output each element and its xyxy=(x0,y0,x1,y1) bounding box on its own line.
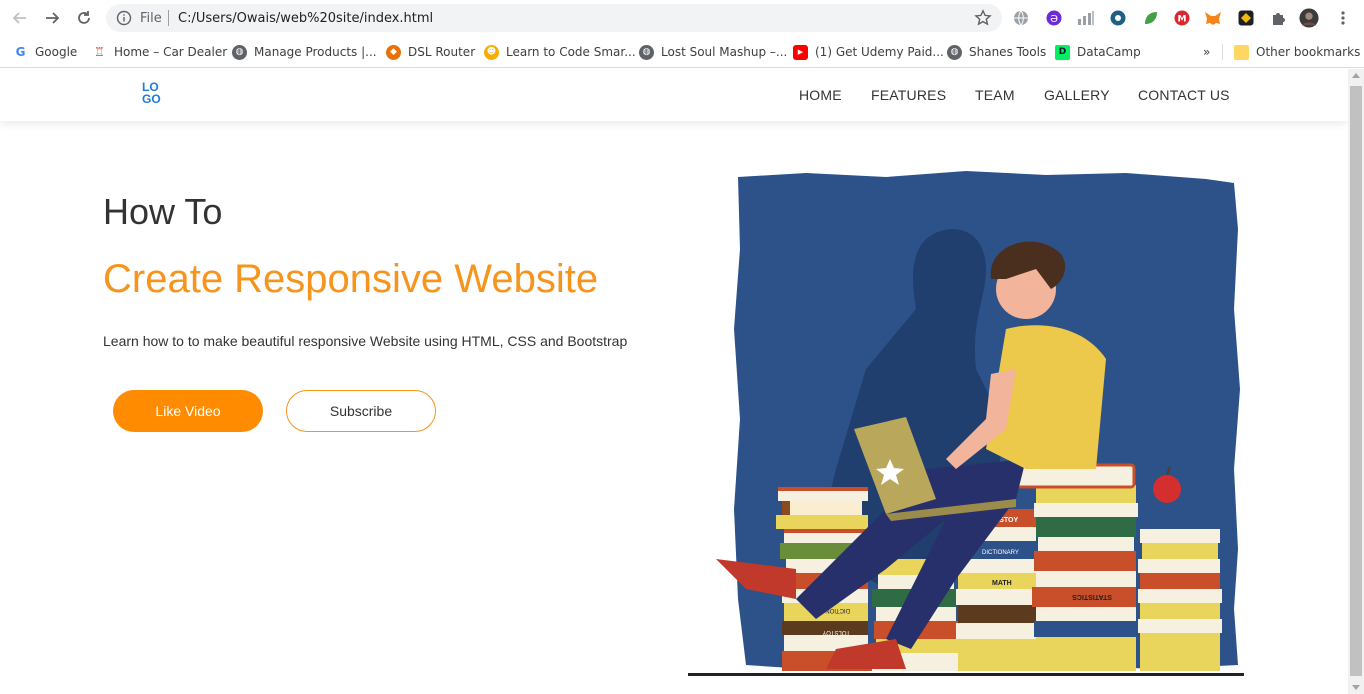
globe-icon: ◍ xyxy=(639,44,654,60)
code-avatar-icon: ☻ xyxy=(484,44,499,60)
book-stack-far-right xyxy=(1138,529,1222,671)
folder-icon xyxy=(1234,44,1249,60)
back-button[interactable] xyxy=(9,7,31,29)
book-label-math: MATH xyxy=(992,580,1012,587)
hero-illustration: LEO TOLSTOY DICTIONARY MATH STATISTICS xyxy=(688,171,1244,676)
router-icon: ◆ xyxy=(386,44,401,60)
reload-button[interactable] xyxy=(73,7,95,29)
like-video-button[interactable]: Like Video xyxy=(113,390,263,432)
datacamp-icon: D xyxy=(1055,44,1070,60)
address-bar[interactable]: File C:/Users/Owais/web%20site/index.htm… xyxy=(106,4,1002,32)
bookmark-manage-products[interactable]: ◍ Manage Products |... xyxy=(232,42,377,62)
url-text[interactable]: C:/Users/Owais/web%20site/index.html xyxy=(178,11,433,26)
apple xyxy=(1153,475,1181,503)
leaf-extension-icon[interactable] xyxy=(1141,8,1161,28)
bookmarks-divider xyxy=(1222,44,1223,60)
bookmark-learn-to-code[interactable]: ☻ Learn to Code Smar... xyxy=(484,42,636,62)
info-icon[interactable] xyxy=(116,10,132,26)
subscribe-button[interactable]: Subscribe xyxy=(286,390,436,432)
bookmark-star-icon[interactable] xyxy=(974,9,992,27)
google-icon: G xyxy=(13,44,28,60)
nav-contact-us[interactable]: CONTACT US xyxy=(1138,87,1230,103)
ground-line xyxy=(688,673,1244,676)
book-label-statistics: STATISTICS xyxy=(1072,593,1112,600)
car-dealer-icon: ♖ xyxy=(92,44,107,60)
arrow-left-icon xyxy=(12,12,26,24)
youtube-icon: ▶ xyxy=(793,44,808,60)
browser-toolbar: File C:/Users/Owais/web%20site/index.htm… xyxy=(0,0,1364,36)
metamask-extension-icon[interactable] xyxy=(1203,8,1223,28)
nav-gallery[interactable]: GALLERY xyxy=(1044,87,1110,103)
book-label-dictionary: DICTIONARY xyxy=(982,550,1019,556)
site-logo[interactable]: LO GO xyxy=(141,80,169,108)
mega-extension-icon[interactable]: M xyxy=(1172,8,1192,28)
svg-text:M: M xyxy=(1178,15,1187,25)
hero-description: Learn how to to make beautiful responsiv… xyxy=(103,333,628,349)
bookmark-dsl-router[interactable]: ◆ DSL Router xyxy=(386,42,475,62)
bookmark-datacamp[interactable]: D DataCamp xyxy=(1055,42,1141,62)
bookmark-google[interactable]: G Google xyxy=(13,42,77,62)
reload-icon xyxy=(78,11,90,24)
forward-button[interactable] xyxy=(41,7,63,29)
bookmark-shanes-tools[interactable]: ◍ Shanes Tools xyxy=(947,42,1046,62)
bookmarks-bar: G Google ♖ Home – Car Dealer ◍ Manage Pr… xyxy=(0,36,1364,68)
binance-extension-icon[interactable] xyxy=(1236,8,1256,28)
page-scrollbar[interactable] xyxy=(1348,69,1364,694)
bookmark-lost-soul[interactable]: ◍ Lost Soul Mashup –... xyxy=(639,42,787,62)
other-bookmarks-folder[interactable]: Other bookmarks xyxy=(1234,42,1360,62)
globe-extension-icon[interactable] xyxy=(1011,8,1031,28)
site-navbar: LO GO HOME FEATURES TEAM GALLERY CONTACT… xyxy=(0,69,1348,121)
hero-heading: Create Responsive Website xyxy=(103,257,599,301)
book-stack-right: STATISTICS xyxy=(1032,485,1138,671)
bookmark-udemy[interactable]: ▶ (1) Get Udemy Paid... xyxy=(793,42,944,62)
bookmark-car-dealer[interactable]: ♖ Home – Car Dealer xyxy=(92,42,227,62)
scroll-down-icon[interactable] xyxy=(1352,685,1360,690)
bookmarks-overflow-button[interactable]: » xyxy=(1203,42,1210,62)
hero-subheading: How To xyxy=(103,191,223,232)
network-extension-icon[interactable] xyxy=(1108,8,1128,28)
svg-text:Ə: Ə xyxy=(1050,14,1058,25)
nav-team[interactable]: TEAM xyxy=(975,87,1015,103)
scroll-up-icon[interactable] xyxy=(1352,73,1360,78)
globe-icon: ◍ xyxy=(232,44,247,60)
puzzle-extensions-icon[interactable] xyxy=(1268,8,1288,28)
analytics-extension-icon[interactable] xyxy=(1076,8,1096,28)
page-viewport: LO GO HOME FEATURES TEAM GALLERY CONTACT… xyxy=(0,69,1348,694)
globe-icon: ◍ xyxy=(947,44,962,60)
book-label-tolstoy: TOLSTOY xyxy=(822,629,850,635)
arrow-right-icon xyxy=(46,12,60,24)
nav-home[interactable]: HOME xyxy=(799,87,842,103)
scroll-thumb[interactable] xyxy=(1350,86,1362,676)
kebab-menu-icon[interactable] xyxy=(1333,8,1353,28)
scheme-label: File xyxy=(140,11,162,26)
omnibox-divider xyxy=(168,10,169,26)
ethereum-extension-icon[interactable]: Ə xyxy=(1044,8,1064,28)
nav-features[interactable]: FEATURES xyxy=(871,87,946,103)
profile-avatar[interactable] xyxy=(1299,8,1319,28)
